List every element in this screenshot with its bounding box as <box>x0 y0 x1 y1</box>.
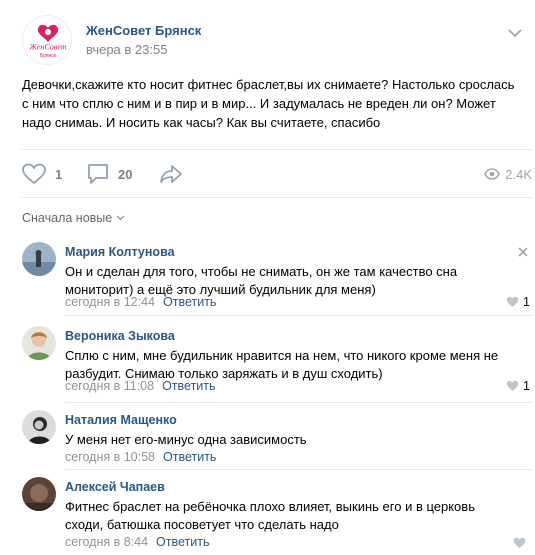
views-count: 2.4K <box>505 166 532 182</box>
comment-meta: сегодня в 8:44 Ответить <box>65 535 209 549</box>
comment-button[interactable]: 20 <box>87 163 132 185</box>
comment-like-button[interactable] <box>513 537 530 549</box>
divider <box>65 402 532 403</box>
reply-button[interactable]: Ответить <box>162 379 215 393</box>
group-avatar[interactable]: ЖенСовет Брянск <box>22 15 72 65</box>
comment-time[interactable]: сегодня в 12:44 <box>65 295 155 309</box>
post-text: Девочки,скажите кто носит фитнес браслет… <box>22 77 515 130</box>
close-icon[interactable] <box>518 244 528 257</box>
comment-text: У меня нет его-минус одна зависимость <box>65 432 307 447</box>
avatar[interactable] <box>22 242 56 276</box>
chevron-down-icon[interactable] <box>508 25 522 38</box>
comment-icon <box>88 164 108 184</box>
divider <box>65 315 532 316</box>
post-header: ЖенСовет Брянск ЖенСовет Брянск вчера в … <box>22 15 532 67</box>
like-count: 1 <box>55 166 63 182</box>
comment-count: 20 <box>118 166 133 182</box>
avatar[interactable] <box>22 477 56 511</box>
sort-label: Сначала новые <box>22 211 113 225</box>
avatar[interactable] <box>22 410 56 444</box>
reply-button[interactable]: Ответить <box>163 450 216 464</box>
group-name[interactable]: ЖенСовет Брянск <box>86 23 201 38</box>
heart-icon <box>22 163 46 185</box>
comment-time[interactable]: сегодня в 8:44 <box>65 535 148 549</box>
eye-icon <box>484 168 501 180</box>
share-icon <box>160 165 182 183</box>
comment-text: Сплю с ним, мне будильник нравится на не… <box>65 348 499 381</box>
heart-icon <box>506 380 519 391</box>
heart-icon <box>513 537 526 548</box>
comment-meta: сегодня в 11:08 Ответить <box>65 379 216 393</box>
reply-button[interactable]: Ответить <box>163 295 216 309</box>
comment-author[interactable]: Вероника Зыкова <box>65 329 175 343</box>
comment-text: Он и сделан для того, чтобы не снимать, … <box>65 264 458 297</box>
comment-text: Фитнес браслет на ребёночка плохо влияет… <box>65 499 475 532</box>
post-time[interactable]: вчера в 23:55 <box>86 42 167 57</box>
logo-subtext: Брянск <box>40 53 57 59</box>
post-actions: 1 20 2.4K <box>22 158 532 188</box>
views-counter: 2.4K <box>484 163 532 185</box>
reply-button[interactable]: Ответить <box>156 535 209 549</box>
divider <box>22 197 532 198</box>
divider <box>65 469 532 470</box>
comment-author[interactable]: Алексей Чапаев <box>65 480 165 494</box>
divider <box>22 149 532 150</box>
comment-item: Мария Колтунова Он и сделан для того, чт… <box>22 242 532 314</box>
comment-item: Наталия Мащенко У меня нет его-минус одн… <box>22 410 532 466</box>
comment-like-button[interactable]: 1 <box>506 379 530 393</box>
sort-dropdown[interactable]: Сначала новые <box>22 211 125 225</box>
comment-time[interactable]: сегодня в 11:08 <box>65 379 154 393</box>
heart-icon <box>506 296 519 307</box>
comment-meta: сегодня в 12:44 Ответить <box>65 295 216 309</box>
group-logo: ЖенСовет Брянск <box>24 17 71 64</box>
comment-like-button[interactable]: 1 <box>506 295 530 309</box>
avatar[interactable] <box>22 326 56 360</box>
chevron-down-icon <box>116 215 125 221</box>
comment-author[interactable]: Наталия Мащенко <box>65 413 177 427</box>
comment-author[interactable]: Мария Колтунова <box>65 245 175 259</box>
comment-meta: сегодня в 10:58 Ответить <box>65 450 216 464</box>
comment-item: Алексей Чапаев Фитнес браслет на ребёноч… <box>22 477 532 555</box>
comment-item: Вероника Зыкова Сплю с ним, мне будильни… <box>22 326 532 398</box>
comment-time[interactable]: сегодня в 10:58 <box>65 450 155 464</box>
comment-like-count: 1 <box>523 295 530 309</box>
comment-like-count: 1 <box>523 379 530 393</box>
like-button[interactable]: 1 <box>22 163 62 185</box>
share-button[interactable] <box>159 163 192 185</box>
logo-text: ЖенСовет <box>29 43 67 52</box>
